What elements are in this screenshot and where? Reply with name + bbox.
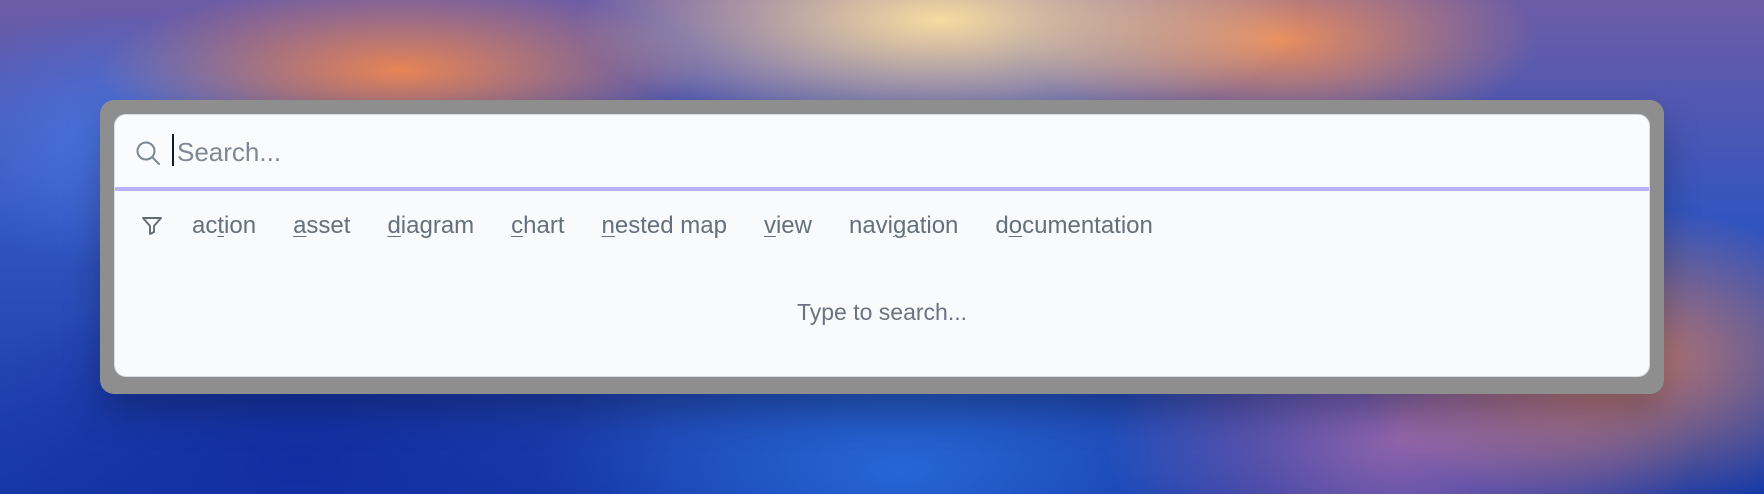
filter-view-suffix: iew <box>775 212 812 239</box>
filter-diagram-hotkey: d <box>387 212 401 239</box>
filter-action[interactable]: action <box>192 211 256 241</box>
command-palette-overlay: action asset diagram chart nested map vi… <box>100 100 1664 394</box>
filter-navigation-hotkey: g <box>893 212 907 239</box>
filter-navigation[interactable]: navigation <box>849 211 958 241</box>
filter-navigation-prefix: navi <box>848 212 893 239</box>
filter-bar: action asset diagram chart nested map vi… <box>115 191 1649 261</box>
filter-view[interactable]: view <box>764 211 812 241</box>
filter-asset[interactable]: asset <box>293 211 350 241</box>
filter-diagram-suffix: iagram <box>400 212 475 239</box>
filter-documentation-hotkey: o <box>1008 212 1023 239</box>
search-icon <box>134 139 162 167</box>
filter-chart[interactable]: chart <box>511 211 564 241</box>
filter-action-prefix: ac <box>192 212 218 239</box>
filter-chart-suffix: hart <box>523 212 565 239</box>
filter-documentation[interactable]: documentation <box>995 211 1152 241</box>
filter-nested-map-hotkey: n <box>601 212 615 239</box>
filter-chart-hotkey: c <box>511 212 524 239</box>
empty-state-message: Type to search... <box>796 299 968 325</box>
filter-nested-map-suffix: ested map <box>614 212 727 239</box>
search-bar <box>115 115 1649 191</box>
filter-icon <box>140 214 164 238</box>
filter-navigation-suffix: ation <box>906 212 959 239</box>
filter-asset-hotkey: a <box>293 212 307 239</box>
filter-view-hotkey: v <box>763 212 776 239</box>
filter-asset-suffix: sset <box>306 212 351 239</box>
filter-diagram[interactable]: diagram <box>387 211 474 241</box>
filter-documentation-prefix: d <box>995 212 1009 239</box>
search-input[interactable] <box>171 133 1621 171</box>
command-palette: action asset diagram chart nested map vi… <box>114 114 1650 377</box>
filter-documentation-suffix: cumentation <box>1022 212 1153 239</box>
filter-action-suffix: ion <box>224 212 257 239</box>
filter-nested-map[interactable]: nested map <box>602 211 727 241</box>
